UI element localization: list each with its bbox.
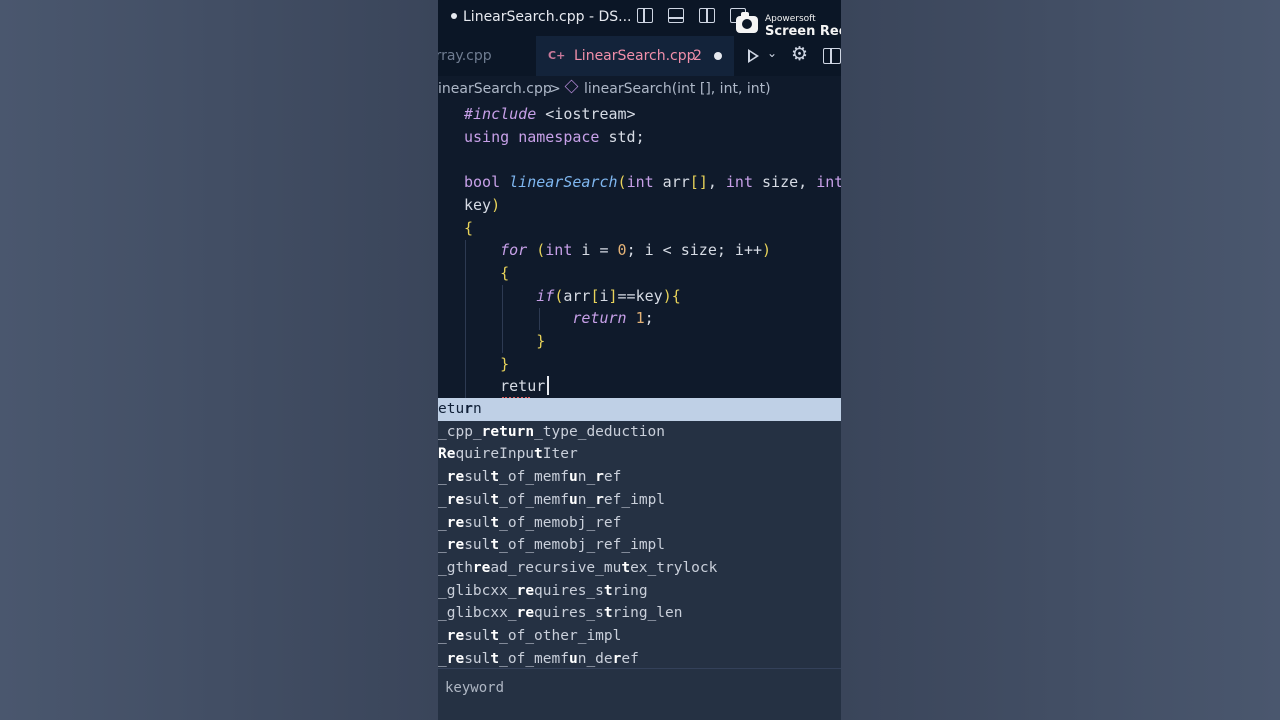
toggle-sidebar-icon[interactable] bbox=[637, 8, 653, 23]
suggestion-item[interactable]: _result_of_other_impl bbox=[438, 625, 841, 648]
code-line: } bbox=[500, 355, 510, 373]
suggestion-item[interactable]: _gthread_recursive_mutex_trylock bbox=[438, 557, 841, 580]
breadcrumb-symbol[interactable]: linearSearch(int [], int, int) bbox=[584, 81, 771, 97]
suggestion-item[interactable]: _result_of_memobj_ref bbox=[438, 512, 841, 535]
tab-label: LinearSearch.cpp bbox=[574, 48, 696, 64]
code-line: { bbox=[464, 219, 474, 237]
window-title: LinearSearch.cpp - DS... bbox=[463, 9, 632, 25]
split-editor-icon[interactable] bbox=[823, 48, 841, 64]
watermark-brand: Apowersoft bbox=[765, 14, 816, 24]
code-line: } bbox=[536, 332, 546, 350]
code-editor[interactable]: #include <iostream> using namespace std;… bbox=[438, 103, 841, 399]
suggestion-item[interactable]: _result_of_memfun_ref_impl bbox=[438, 489, 841, 512]
code-line: bool linearSearch(int arr[], int size, i… bbox=[464, 173, 841, 191]
editor-window: LinearSearch.cpp - DS... Apowersoft Scre… bbox=[438, 0, 841, 720]
camera-icon bbox=[736, 12, 758, 33]
toggle-panel-icon[interactable] bbox=[668, 8, 684, 23]
symbol-method-icon bbox=[564, 79, 579, 94]
code-line: for (int i = 0; i < size; i++) bbox=[500, 241, 772, 259]
code-line: { bbox=[500, 264, 510, 282]
suggestion-widget: eturn _cpp_return_type_deduction RequireIn… bbox=[438, 398, 841, 720]
modified-dot-icon[interactable] bbox=[714, 52, 722, 60]
title-bar: LinearSearch.cpp - DS... Apowersoft Scre… bbox=[438, 0, 841, 39]
suggestion-divider bbox=[438, 668, 841, 669]
code-line: #include <iostream> bbox=[464, 105, 636, 123]
chevron-down-icon[interactable]: ⌄ bbox=[767, 46, 777, 60]
tab-bar: Array.cpp C+ LinearSearch.cpp 2 ⌄ ⚙ bbox=[438, 36, 841, 76]
code-line: return 1; bbox=[572, 309, 654, 327]
suggestion-item[interactable]: _result_of_memfun_ref bbox=[438, 466, 841, 489]
breadcrumb-separator: > bbox=[549, 81, 561, 97]
run-icon[interactable] bbox=[748, 49, 759, 63]
code-line: if(arr[i]==key){ bbox=[536, 287, 681, 305]
unsaved-dot-icon bbox=[451, 13, 457, 19]
gear-icon[interactable]: ⚙ bbox=[791, 43, 808, 65]
suggestion-item[interactable]: _result_of_memobj_ref_impl bbox=[438, 534, 841, 557]
breadcrumb-file[interactable]: inearSearch.cpp bbox=[438, 81, 552, 97]
suggestion-item[interactable]: _glibcxx_requires_string bbox=[438, 580, 841, 603]
breadcrumb: inearSearch.cpp > linearSearch(int [], i… bbox=[438, 76, 841, 103]
suggestion-item[interactable]: _result_of_memfun_deref bbox=[438, 648, 841, 671]
suggestion-item[interactable]: _cpp_return_type_deduction bbox=[438, 421, 841, 444]
text-cursor bbox=[547, 376, 549, 395]
toggle-secondary-sidebar-icon[interactable] bbox=[699, 8, 715, 23]
suggestion-detail: keyword bbox=[445, 680, 505, 696]
cpp-file-icon: C+ bbox=[548, 49, 566, 62]
tab-array-cpp[interactable]: Array.cpp bbox=[438, 48, 492, 64]
code-line: using namespace std; bbox=[464, 128, 645, 146]
problem-count-badge: 2 bbox=[693, 48, 702, 64]
tab-linearsearch-cpp[interactable]: C+ LinearSearch.cpp 2 bbox=[536, 36, 734, 76]
background-right bbox=[841, 0, 1280, 720]
code-line: key) bbox=[464, 196, 501, 214]
suggestion-item[interactable]: _glibcxx_requires_string_len bbox=[438, 602, 841, 625]
suggestion-item[interactable]: RequireInputIter bbox=[438, 443, 841, 466]
suggestion-item[interactable]: eturn bbox=[438, 398, 841, 421]
background-left bbox=[0, 0, 438, 720]
